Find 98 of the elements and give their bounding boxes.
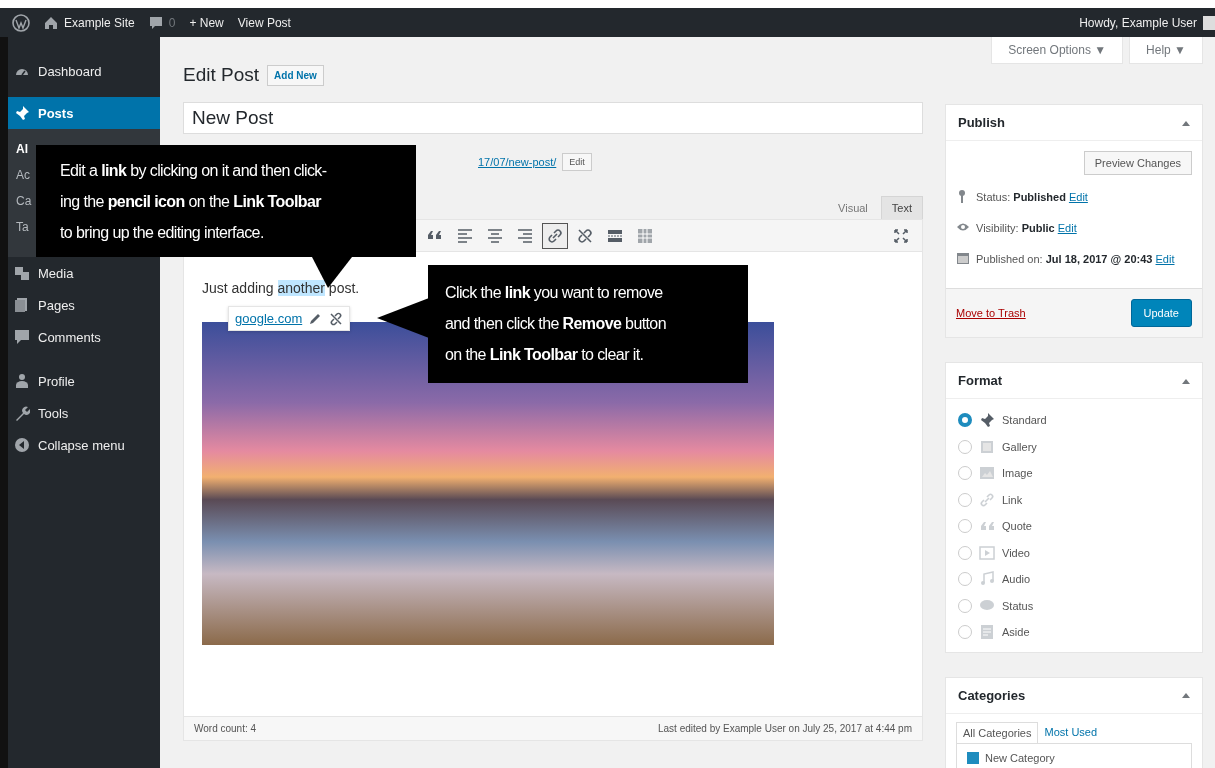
radio-label: Audio (1002, 573, 1031, 586)
site-link[interactable]: Example Site (44, 15, 135, 30)
radio-button[interactable] (958, 598, 972, 613)
logo-icon (12, 13, 30, 32)
caret-up-icon (1182, 692, 1190, 698)
link-url[interactable]: google.com (235, 311, 303, 326)
publish-info: Published on: Jul 18, 2017 @ 20:43 Edit (976, 252, 1175, 267)
caret-up-icon (1182, 119, 1190, 126)
page-title: Edit Post (183, 64, 260, 86)
link-icon (979, 491, 995, 508)
last-edited-text: Last edited by Example User on July 25, 2017 at 4:44 pm (657, 723, 912, 734)
speech-bubble-icon (148, 15, 163, 30)
document-icon (979, 624, 995, 641)
metabox-title: Format (958, 373, 1003, 388)
radio-label: Video (1002, 546, 1030, 559)
menu-item[interactable]: Media (8, 257, 160, 289)
align-right-icon (516, 226, 534, 245)
permalink-link[interactable]: 17/07/new-post/ (478, 156, 557, 168)
callout-text: Click the link you want to remove and then click the Remove button on the Link Toolbar to clear it. (445, 283, 667, 365)
radio-label: Quote (1002, 520, 1032, 533)
toolbar-button[interactable] (542, 222, 568, 249)
speech-bubble-icon (14, 329, 30, 345)
wrench-icon (14, 405, 30, 421)
edit-link[interactable]: Edit (1068, 191, 1088, 203)
media-icon (14, 265, 30, 281)
pages-icon (14, 297, 30, 313)
radio-button[interactable] (958, 625, 972, 640)
broken-link-icon (329, 311, 344, 326)
editor-tab[interactable]: Text (880, 196, 923, 219)
submenu-item[interactable]: Ac (16, 163, 30, 189)
view-post-link[interactable]: View Post (237, 15, 291, 30)
preview-changes-button[interactable]: Preview Changes (1083, 151, 1192, 175)
broken-link-icon (576, 226, 594, 245)
new-link[interactable]: + New (189, 15, 224, 30)
radio-label: Link (1002, 493, 1023, 506)
menu-item[interactable]: Tools (8, 397, 160, 429)
menu-item[interactable]: Dashboard (8, 55, 160, 87)
radio-button[interactable] (958, 466, 972, 481)
title-field[interactable]: New Post (183, 102, 923, 134)
person-icon (14, 373, 30, 389)
publish-info: Status: Published Edit (976, 190, 1088, 205)
radio-button[interactable] (958, 492, 972, 507)
account-link[interactable]: Howdy, Example User (1079, 15, 1197, 30)
pin-icon (979, 412, 995, 429)
callout-text: Edit a link by clicking on it and then click- ing the pencil icon on the Link Toolbar to bring up the editing interface. (60, 161, 328, 243)
avatar (1203, 15, 1215, 30)
submenu-item[interactable]: Ca (16, 189, 32, 215)
align-left-icon (456, 226, 474, 245)
metabox-title: Publish (958, 115, 1005, 130)
menu-item[interactable]: Posts (8, 97, 160, 129)
calendar-icon (956, 251, 970, 265)
edit-link-button[interactable] (310, 313, 322, 324)
edit-link[interactable]: Edit (1155, 253, 1175, 265)
word-count: Word count: 4 (194, 723, 257, 734)
radio-label: Standard (1002, 414, 1047, 427)
music-note-icon (979, 571, 995, 588)
radio-button[interactable] (958, 545, 972, 560)
remove-link-button[interactable] (329, 311, 344, 326)
radio-label: Status (1002, 599, 1034, 612)
radio-label: Image (1002, 467, 1033, 480)
category-tab[interactable]: All Categories (956, 721, 1039, 743)
video-icon (979, 544, 995, 561)
grid-icon (636, 226, 654, 245)
radio-button[interactable] (958, 519, 972, 534)
menu-item[interactable]: Pages (8, 289, 160, 321)
metabox-title: Categories (958, 687, 1026, 703)
radio-button[interactable] (958, 572, 972, 587)
checkbox-label: New Category (985, 751, 1055, 764)
gallery-icon (979, 438, 995, 455)
submenu-item[interactable]: Al (16, 137, 28, 163)
pin-icon (14, 105, 30, 121)
move-to-trash-link[interactable]: Move to Trash (956, 307, 1026, 319)
edit-link[interactable]: Edit (1057, 222, 1077, 234)
radio-label: Aside (1002, 626, 1030, 639)
category-tab[interactable]: Most Used (1038, 721, 1104, 743)
home-icon (44, 15, 58, 30)
screen-options-tab[interactable]: Screen Options ▼ (991, 37, 1124, 64)
caret-up-icon (1182, 377, 1190, 384)
editor-tab[interactable]: Visual (827, 196, 879, 219)
update-button[interactable]: Update (1130, 299, 1192, 327)
checkbox[interactable] (967, 751, 979, 764)
pencil-icon (310, 313, 322, 324)
radio-label: Gallery (1002, 440, 1037, 453)
expand-icon (892, 226, 910, 245)
linked-text[interactable]: another (277, 280, 325, 296)
add-new-button[interactable]: Add New (267, 64, 324, 86)
edit-permalink-button[interactable]: Edit (562, 153, 592, 171)
menu-item[interactable]: Collapse menu (8, 429, 160, 461)
submenu-item[interactable]: Ta (16, 215, 29, 241)
image-icon (979, 465, 995, 482)
align-center-icon (486, 226, 504, 245)
help-tab[interactable]: Help ▼ (1129, 37, 1203, 64)
radio-button[interactable] (958, 413, 972, 428)
link-icon (546, 226, 564, 245)
menu-item[interactable]: Comments (8, 321, 160, 353)
radio-button[interactable] (958, 439, 972, 454)
menu-item[interactable]: Profile (8, 365, 160, 397)
publish-info: Visibility: Public Edit (976, 221, 1077, 236)
